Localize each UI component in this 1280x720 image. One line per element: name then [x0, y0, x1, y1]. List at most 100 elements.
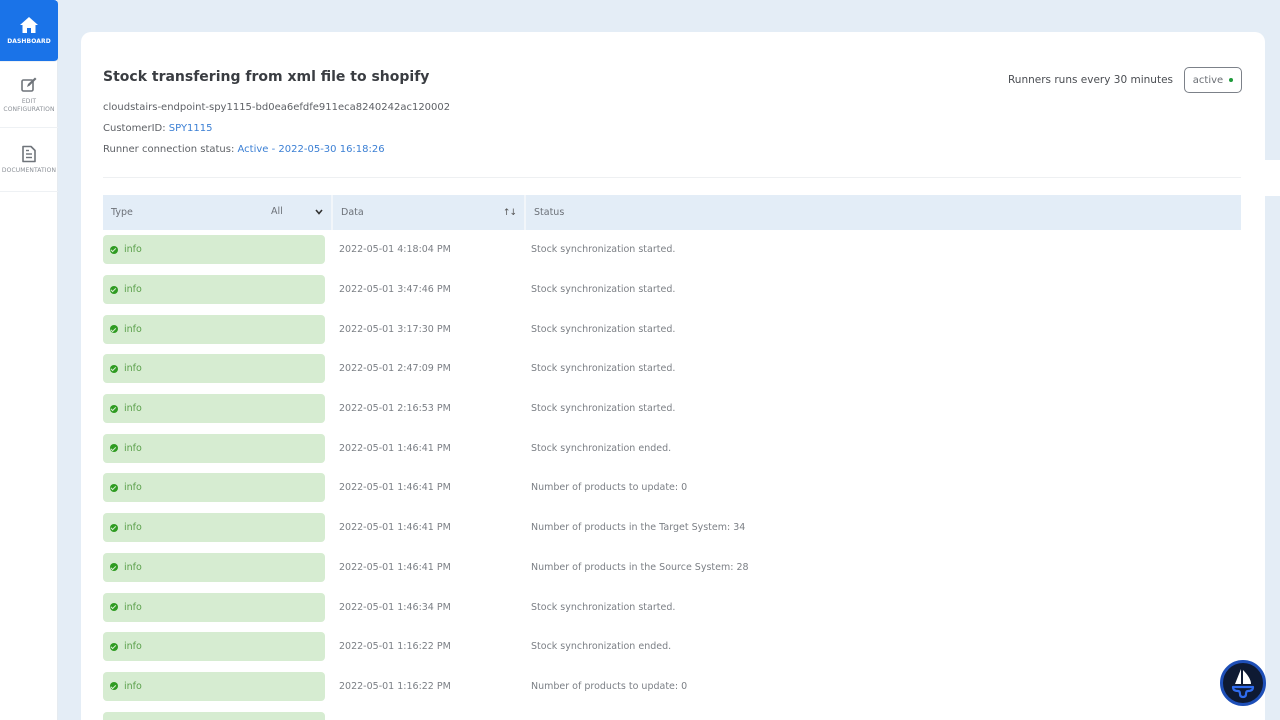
type-label: info: [124, 561, 142, 573]
sidebar-item-label: DOCUMENTATION: [1, 166, 57, 174]
type-label: info: [124, 641, 142, 653]
right-edge-strip: [1266, 0, 1280, 720]
status-cell: Number of products to update: 0: [531, 482, 688, 494]
table-row[interactable]: info 2022-05-01 1:16:22 PM Number of produ…: [103, 667, 1241, 707]
type-badge: info: [103, 513, 325, 543]
status-badge[interactable]: active: [1184, 67, 1242, 93]
connection-status-label: Runner connection status:: [103, 144, 238, 155]
column-header-data[interactable]: Data ↑↓: [333, 195, 526, 230]
type-label: info: [124, 284, 142, 296]
table-row[interactable]: info 2022-05-01 2:47:09 PM Stock synchroni…: [103, 349, 1241, 389]
date-cell: 2022-05-01 4:18:04 PM: [339, 244, 451, 256]
chat-widget-button[interactable]: [1220, 660, 1266, 706]
check-circle-icon: [110, 404, 118, 413]
date-cell: 2022-05-01 2:47:09 PM: [339, 363, 451, 375]
connection-status-value: Active - 2022-05-30 16:18:26: [237, 144, 385, 155]
edit-icon: [21, 77, 37, 92]
table-row[interactable]: info 2022-05-01 3:47:46 PM Stock synchroni…: [103, 270, 1241, 310]
type-label: info: [124, 601, 142, 613]
type-badge: info: [103, 433, 325, 463]
type-badge: info: [103, 552, 325, 582]
check-circle-icon: [110, 523, 118, 532]
date-cell: 2022-05-01 1:16:22 PM: [339, 641, 451, 653]
table-body: info 2022-05-01 4:18:04 PM Stock synchroni…: [103, 230, 1241, 720]
check-circle-icon: [110, 682, 118, 691]
type-header-label: Type: [111, 207, 133, 218]
table-row[interactable]: info 2022-05-01 1:46:34 PM Stock synchroni…: [103, 587, 1241, 627]
date-cell: 2022-05-01 1:46:41 PM: [339, 442, 451, 454]
type-badge: info: [103, 473, 325, 503]
home-icon: [20, 16, 38, 33]
type-badge: info: [103, 632, 325, 662]
type-badge: info: [103, 592, 325, 622]
type-filter-value: All: [271, 206, 283, 217]
type-label: info: [124, 403, 142, 415]
type-label: info: [124, 482, 142, 494]
table-row[interactable]: info 2022-05-01 1:46:41 PM Number of produ…: [103, 548, 1241, 588]
main-card: Stock transfering from xml file to shopi…: [81, 32, 1265, 720]
date-cell: 2022-05-01 3:17:30 PM: [339, 323, 451, 335]
status-cell: Stock synchronization started.: [531, 601, 676, 613]
status-cell: Number of products to update: 0: [531, 680, 688, 692]
table-header: Type All Data ↑↓ Status: [103, 195, 1241, 230]
right-notch: [1264, 160, 1280, 196]
date-cell: 2022-05-01 3:47:46 PM: [339, 284, 451, 296]
date-cell: 2022-05-01 1:46:34 PM: [339, 601, 451, 613]
divider: [103, 177, 1241, 178]
table-row[interactable]: info 2022-05-01 2:16:53 PM Stock synchroni…: [103, 389, 1241, 429]
customer-id-line: CustomerID: SPY1115: [103, 123, 213, 134]
type-label: info: [124, 680, 142, 692]
sidebar-item-label: DASHBOARD: [7, 37, 51, 45]
date-cell: 2022-05-01 1:16:22 PM: [339, 680, 451, 692]
sidebar-item-edit-configuration[interactable]: EDIT CONFIGURATION: [0, 62, 58, 128]
status-cell: Number of products in the Target System:…: [531, 522, 746, 534]
check-circle-icon: [110, 642, 118, 651]
type-label: info: [124, 244, 142, 256]
sort-icon[interactable]: ↑↓: [503, 208, 517, 218]
customer-id-value[interactable]: SPY1115: [169, 123, 213, 134]
connection-status-line: Runner connection status: Active - 2022-…: [103, 144, 385, 155]
type-badge: info: [103, 235, 325, 265]
type-badge: info: [103, 354, 325, 384]
check-circle-icon: [110, 563, 118, 572]
status-cell: Stock synchronization ended.: [531, 442, 672, 454]
runner-schedule: Runners runs every 30 minutes: [1007, 74, 1173, 86]
sidebar-item-documentation[interactable]: DOCUMENTATION: [0, 128, 58, 192]
document-icon: [22, 145, 36, 162]
status-cell: Stock synchronization started.: [531, 244, 676, 256]
type-badge: info: [103, 314, 325, 344]
label-line-1: EDIT: [21, 97, 37, 105]
table-row[interactable]: info 2022-05-01 1:46:41 PM Stock synchroni…: [103, 428, 1241, 468]
status-dot-icon: [1229, 78, 1234, 82]
check-circle-icon: [110, 245, 118, 254]
table-row[interactable]: info 2022-05-01 4:18:04 PM Stock synchroni…: [103, 230, 1241, 270]
label-line-2: CONFIGURATION: [3, 105, 55, 113]
type-filter-dropdown[interactable]: All: [271, 206, 323, 217]
page-title: Stock transfering from xml file to shopi…: [103, 69, 430, 85]
status-badge-label: active: [1192, 74, 1224, 86]
check-circle-icon: [110, 603, 118, 612]
table-row[interactable]: info 2022-05-01 1:16:22 PM Stock synchroni…: [103, 627, 1241, 667]
log-table: Type All Data ↑↓ Status info 2022-05-01 4…: [103, 195, 1241, 720]
table-row[interactable]: info 2022-05-01 3:17:30 PM Stock synchroni…: [103, 309, 1241, 349]
sidebar-item-label: EDIT CONFIGURATION: [3, 98, 54, 114]
customer-id-label: CustomerID:: [103, 123, 169, 134]
check-circle-icon: [110, 325, 118, 334]
status-cell: Stock synchronization started.: [531, 284, 676, 296]
date-cell: 2022-05-01 1:46:41 PM: [339, 522, 451, 534]
table-row[interactable]: info: [103, 706, 1241, 720]
table-row[interactable]: info 2022-05-01 1:46:41 PM Number of produ…: [103, 508, 1241, 548]
status-cell: Stock synchronization started.: [531, 323, 676, 335]
type-label: info: [124, 522, 142, 534]
type-label: info: [124, 323, 142, 335]
date-cell: 2022-05-01 1:46:41 PM: [339, 561, 451, 573]
date-cell: 2022-05-01 2:16:53 PM: [339, 403, 451, 415]
sidebar-item-dashboard[interactable]: DASHBOARD: [0, 0, 58, 62]
table-row[interactable]: info 2022-05-01 1:46:41 PM Number of produ…: [103, 468, 1241, 508]
type-badge: info: [103, 394, 325, 424]
type-label: info: [124, 442, 142, 454]
type-label: info: [124, 363, 142, 375]
type-badge: info: [103, 711, 325, 720]
check-circle-icon: [110, 483, 118, 492]
column-header-type: Type All: [103, 195, 333, 230]
